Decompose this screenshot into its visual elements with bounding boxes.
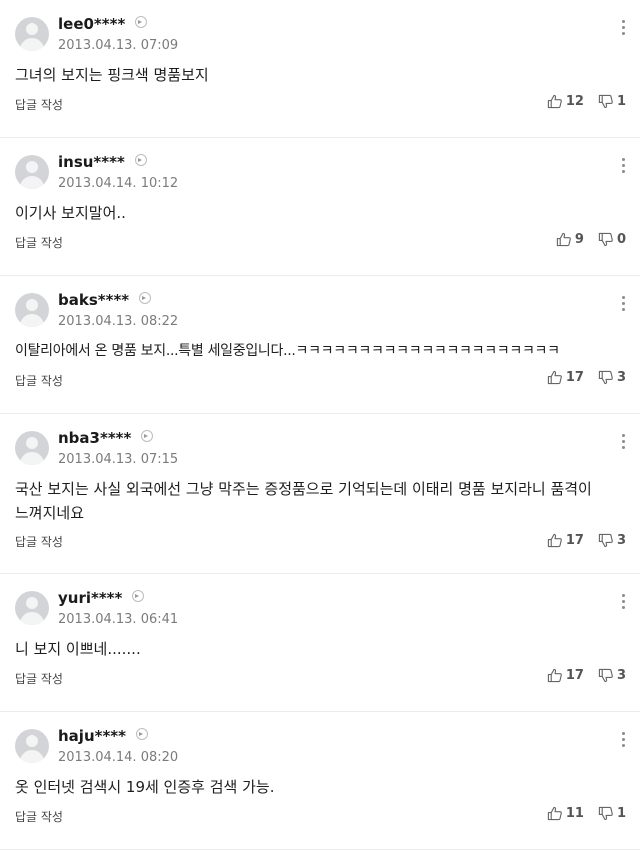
dislike-count: 3: [616, 370, 626, 385]
comment-date: 2013.04.14. 10:12: [58, 176, 179, 191]
comment-author[interactable]: baks****: [58, 291, 152, 309]
dislike-button[interactable]: 1: [598, 806, 626, 821]
vote-group: 17 3: [547, 668, 626, 683]
avatar[interactable]: [15, 591, 49, 625]
avatar[interactable]: [15, 431, 49, 465]
avatar[interactable]: [15, 155, 49, 189]
vote-group: 17 3: [547, 370, 626, 385]
reply-button[interactable]: 답글 작성: [15, 808, 63, 825]
comment-item: haju**** 2013.04.14. 08:20 옷 인터넷 검색시 19세…: [0, 712, 640, 850]
thumbs-up-icon: [556, 232, 571, 247]
comment-date: 2013.04.14. 08:20: [58, 750, 179, 765]
vote-group: 11 1: [547, 806, 626, 821]
thumbs-up-icon: [547, 370, 562, 385]
dislike-count: 3: [616, 533, 626, 548]
more-options-icon[interactable]: [620, 732, 626, 750]
vote-group: 12 1: [547, 94, 626, 109]
chevron-right-icon[interactable]: [141, 430, 154, 442]
like-count: 12: [565, 94, 584, 109]
reply-button[interactable]: 답글 작성: [15, 372, 63, 389]
dislike-count: 1: [616, 94, 626, 109]
comment-text: 국산 보지는 사실 외국에선 그냥 막주는 증정품으로 기억되는데 이태리 명품…: [15, 480, 592, 522]
dislike-button[interactable]: 3: [598, 370, 626, 385]
comment-text: 옷 인터넷 검색시 19세 인증후 검색 가능.: [15, 778, 275, 796]
dislike-button[interactable]: 3: [598, 533, 626, 548]
like-button[interactable]: 17: [547, 668, 584, 683]
like-count: 17: [565, 370, 584, 385]
avatar[interactable]: [15, 729, 49, 763]
dislike-count: 1: [616, 806, 626, 821]
like-count: 11: [565, 806, 584, 821]
chevron-right-icon[interactable]: [136, 728, 148, 740]
thumbs-up-icon: [547, 533, 562, 548]
like-button[interactable]: 12: [547, 94, 584, 109]
comment-date: 2013.04.13. 07:09: [58, 38, 179, 53]
more-options-icon[interactable]: [620, 158, 626, 176]
like-button[interactable]: 17: [547, 533, 584, 548]
more-options-icon[interactable]: [620, 20, 626, 38]
chevron-right-icon[interactable]: [135, 16, 148, 28]
reply-button[interactable]: 답글 작성: [15, 533, 63, 550]
dislike-button[interactable]: 0: [598, 232, 626, 247]
like-button[interactable]: 9: [556, 232, 584, 247]
thumbs-up-icon: [547, 806, 562, 821]
like-button[interactable]: 17: [547, 370, 584, 385]
thumbs-down-icon: [598, 370, 613, 385]
thumbs-up-icon: [547, 94, 562, 109]
comment-author[interactable]: nba3****: [58, 429, 154, 447]
avatar[interactable]: [15, 293, 49, 327]
thumbs-down-icon: [598, 533, 613, 548]
like-count: 9: [574, 232, 584, 247]
like-count: 17: [565, 668, 584, 683]
comment-date: 2013.04.13. 07:15: [58, 452, 179, 467]
comment-author[interactable]: insu****: [58, 153, 147, 171]
like-count: 17: [565, 533, 584, 548]
comment-text: 그녀의 보지는 핑크색 명품보지: [15, 66, 209, 84]
comment-item: nba3**** 2013.04.13. 07:15 국산 보지는 사실 외국에…: [0, 414, 640, 574]
more-options-icon[interactable]: [620, 434, 626, 452]
thumbs-down-icon: [598, 806, 613, 821]
thumbs-up-icon: [547, 668, 562, 683]
thumbs-down-icon: [598, 668, 613, 683]
more-options-icon[interactable]: [620, 296, 626, 314]
chevron-right-icon[interactable]: [139, 292, 152, 304]
reply-button[interactable]: 답글 작성: [15, 670, 63, 687]
thumbs-down-icon: [598, 94, 613, 109]
comment-date: 2013.04.13. 08:22: [58, 314, 179, 329]
dislike-button[interactable]: 3: [598, 668, 626, 683]
chevron-right-icon[interactable]: [132, 590, 145, 602]
comment-author[interactable]: yuri****: [58, 589, 145, 607]
vote-group: 17 3: [547, 533, 626, 548]
more-options-icon[interactable]: [620, 594, 626, 612]
comment-text: 니 보지 이쁘네.......: [15, 640, 141, 658]
comment-item: yuri**** 2013.04.13. 06:41 니 보지 이쁘네.....…: [0, 574, 640, 712]
dislike-button[interactable]: 1: [598, 94, 626, 109]
thumbs-down-icon: [598, 232, 613, 247]
comment-text: 이탈리아에서 온 명품 보지...특별 세일중입니다...ㅋㅋㅋㅋㅋㅋㅋㅋㅋㅋㅋ…: [15, 343, 560, 359]
comment-item: insu**** 2013.04.14. 10:12 이기사 보지말어.. 답글…: [0, 138, 640, 276]
avatar[interactable]: [15, 17, 49, 51]
reply-button[interactable]: 답글 작성: [15, 96, 63, 113]
comment-list: lee0**** 2013.04.13. 07:09 그녀의 보지는 핑크색 명…: [0, 0, 640, 850]
chevron-right-icon[interactable]: [134, 154, 147, 166]
dislike-count: 0: [616, 232, 626, 247]
comment-item: baks**** 2013.04.13. 08:22 이탈리아에서 온 명품 보…: [0, 276, 640, 414]
comment-item: lee0**** 2013.04.13. 07:09 그녀의 보지는 핑크색 명…: [0, 0, 640, 138]
comment-author[interactable]: haju****: [58, 727, 148, 745]
vote-group: 9 0: [556, 232, 626, 247]
like-button[interactable]: 11: [547, 806, 584, 821]
comment-text: 이기사 보지말어..: [15, 204, 126, 222]
comment-date: 2013.04.13. 06:41: [58, 612, 179, 627]
comment-author[interactable]: lee0****: [58, 15, 148, 33]
reply-button[interactable]: 답글 작성: [15, 234, 63, 251]
dislike-count: 3: [616, 668, 626, 683]
